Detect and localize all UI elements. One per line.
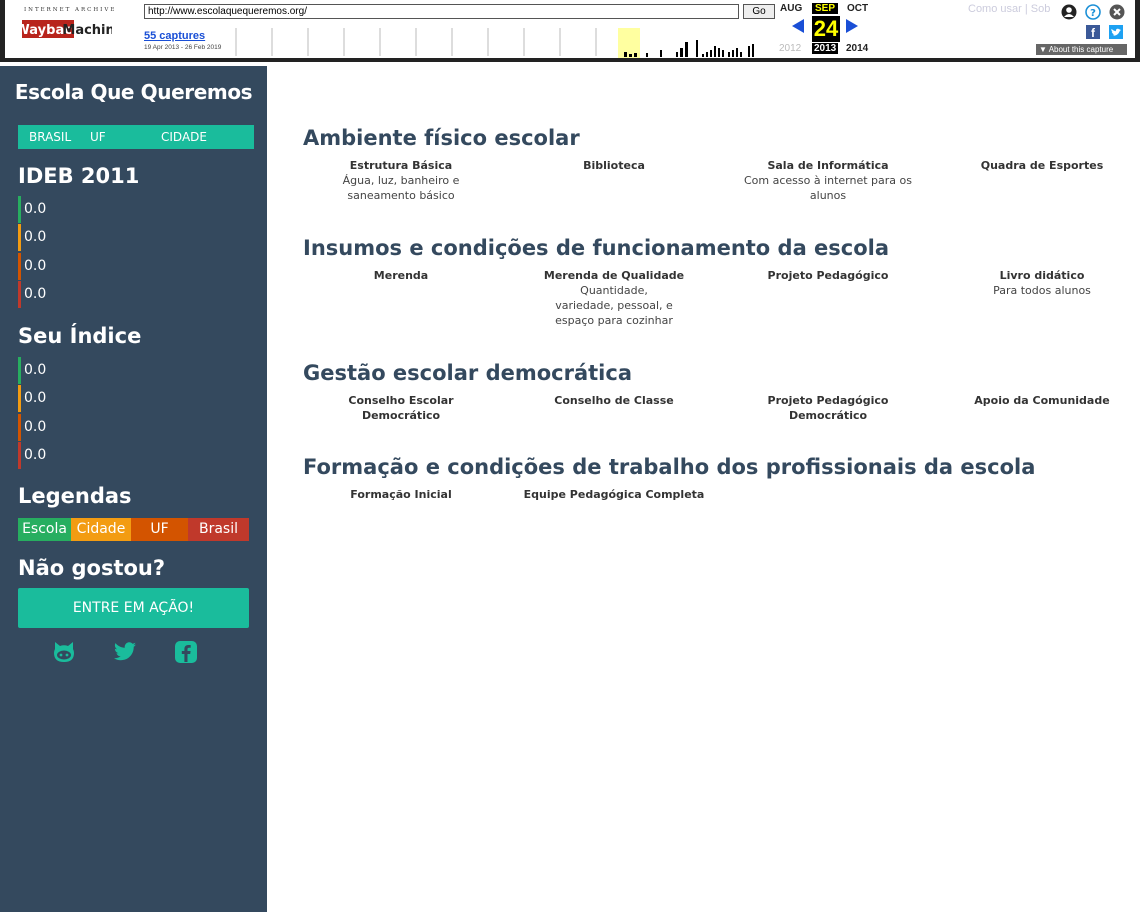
current-year-label: 2013 bbox=[812, 43, 839, 54]
url-input[interactable]: http://www.escolaquequeremos.org/ bbox=[144, 4, 739, 19]
ideb-score-cidade: 0.0 bbox=[18, 224, 46, 251]
tab-brasil[interactable]: BRASIL bbox=[29, 125, 71, 149]
category-title: Gestão escolar democrática bbox=[303, 361, 632, 385]
item-formacao-inicial[interactable]: Formação Inicial bbox=[316, 487, 486, 502]
index-score-brasil: 0.0 bbox=[18, 442, 46, 469]
prev-year-label[interactable]: 2012 bbox=[779, 43, 801, 54]
item-name: Projeto Pedagógico bbox=[767, 269, 889, 282]
scope-tabs: BRASIL UF CIDADE bbox=[18, 125, 254, 149]
item-name: Formação Inicial bbox=[350, 488, 452, 501]
capture-sparkline[interactable] bbox=[232, 22, 772, 58]
item-description: Água, luz, banheiro e saneamento básico bbox=[342, 174, 460, 202]
category-title: Formação e condições de trabalho dos pro… bbox=[303, 455, 1036, 479]
item-name: Quadra de Esportes bbox=[980, 159, 1104, 172]
current-day: 24 bbox=[812, 16, 840, 42]
wayback-toolbar: INTERNET ARCHIVE Wayback Machine http://… bbox=[0, 0, 1140, 62]
ideb-score-uf: 0.0 bbox=[18, 253, 46, 280]
about-capture-button[interactable]: ▼ About this capture bbox=[1036, 44, 1127, 55]
close-icon[interactable] bbox=[1109, 4, 1125, 20]
item-name: Biblioteca bbox=[583, 159, 645, 172]
index-heading: Seu Índice bbox=[18, 324, 142, 348]
item-description: Com acesso à internet para os alunos bbox=[743, 174, 913, 202]
item-estrutura-basica[interactable]: Estrutura Básica Água, luz, banheiro e s… bbox=[316, 158, 486, 203]
ideb-score-escola: 0.0 bbox=[18, 196, 46, 223]
prev-month-label[interactable]: AUG bbox=[780, 3, 802, 14]
item-equipe-pedagogica[interactable]: Equipe Pedagógica Completa bbox=[519, 487, 709, 502]
go-button[interactable]: Go bbox=[743, 4, 775, 19]
legend: Escola Cidade UF Brasil bbox=[18, 518, 249, 541]
item-name: Estrutura Básica bbox=[349, 159, 453, 172]
site-title[interactable]: Escola Que Queremos bbox=[0, 80, 267, 104]
category-title: Insumos e condições de funcionamento da … bbox=[303, 236, 890, 260]
account-icon[interactable] bbox=[1061, 4, 1077, 20]
legend-brasil: Brasil bbox=[188, 518, 249, 541]
item-projeto-pedagogico-democratico[interactable]: Projeto Pedagógico Democrático bbox=[753, 393, 903, 423]
cta-heading: Não gostou? bbox=[18, 556, 166, 580]
next-month-label[interactable]: OCT bbox=[847, 3, 868, 14]
index-score-uf: 0.0 bbox=[18, 414, 46, 441]
item-name: Sala de Informática bbox=[767, 159, 889, 172]
wayback-logo[interactable]: Wayback Machine bbox=[22, 18, 112, 40]
item-quadra-esportes[interactable]: Quadra de Esportes bbox=[957, 158, 1127, 173]
facebook-share-icon[interactable]: f bbox=[1086, 25, 1100, 40]
item-name: Livro didático bbox=[999, 269, 1085, 282]
svg-text:Machine: Machine bbox=[62, 23, 112, 38]
facebook-icon[interactable] bbox=[174, 640, 198, 664]
capture-date-range: 19 Apr 2013 - 26 Feb 2019 bbox=[144, 44, 222, 51]
sidebar: Escola Que Queremos BRASIL UF CIDADE IDE… bbox=[0, 66, 267, 912]
item-projeto-pedagogico[interactable]: Projeto Pedagógico bbox=[743, 268, 913, 283]
item-name: Apoio da Comunidade bbox=[974, 394, 1110, 407]
category-title: Ambiente físico escolar bbox=[303, 126, 580, 150]
ideb-heading: IDEB 2011 bbox=[18, 164, 140, 188]
legend-escola: Escola bbox=[18, 518, 71, 541]
item-name: Projeto Pedagógico Democrático bbox=[767, 394, 889, 422]
item-description: Para todos alunos bbox=[993, 284, 1091, 297]
item-biblioteca[interactable]: Biblioteca bbox=[529, 158, 699, 173]
item-sala-informatica[interactable]: Sala de Informática Com acesso à interne… bbox=[743, 158, 913, 203]
item-apoio-comunidade[interactable]: Apoio da Comunidade bbox=[957, 393, 1127, 408]
svg-text:?: ? bbox=[1090, 8, 1096, 19]
legend-uf: UF bbox=[131, 518, 188, 541]
item-name: Merenda bbox=[373, 269, 429, 282]
item-conselho-classe[interactable]: Conselho de Classe bbox=[529, 393, 699, 408]
current-month-label: SEP bbox=[812, 3, 839, 14]
item-conselho-escolar[interactable]: Conselho Escolar Democrático bbox=[326, 393, 476, 423]
legend-heading: Legendas bbox=[18, 484, 132, 508]
item-merenda[interactable]: Merenda bbox=[316, 268, 486, 283]
next-capture-arrow-icon[interactable] bbox=[846, 19, 858, 33]
legend-cidade: Cidade bbox=[71, 518, 131, 541]
index-score-escola: 0.0 bbox=[18, 357, 46, 384]
item-name: Merenda de Qualidade bbox=[543, 269, 685, 282]
howto-link[interactable]: Como usar | Sob bbox=[968, 3, 1050, 15]
toolbar-frame-right bbox=[1135, 0, 1140, 62]
item-name: Conselho Escolar Democrático bbox=[348, 394, 454, 422]
index-score-cidade: 0.0 bbox=[18, 385, 46, 412]
twitter-icon[interactable] bbox=[112, 640, 138, 664]
item-merenda-qualidade[interactable]: Merenda de Qualidade Quantidade, varieda… bbox=[534, 268, 694, 328]
ideb-score-brasil: 0.0 bbox=[18, 281, 46, 308]
help-icon[interactable]: ? bbox=[1085, 4, 1101, 20]
twitter-share-icon[interactable] bbox=[1109, 25, 1123, 39]
item-description: Quantidade, variedade, pessoal, e espaço… bbox=[555, 284, 673, 327]
captures-link[interactable]: 55 captures bbox=[144, 30, 205, 42]
tab-cidade[interactable]: CIDADE bbox=[161, 125, 207, 149]
prev-capture-arrow-icon[interactable] bbox=[792, 19, 804, 33]
toolbar-frame-left bbox=[0, 0, 5, 62]
item-name: Equipe Pedagógica Completa bbox=[523, 488, 705, 501]
main-content: Ambiente físico escolar Estrutura Básica… bbox=[267, 66, 1140, 912]
next-year-label[interactable]: 2014 bbox=[846, 43, 868, 54]
take-action-button[interactable]: ENTRE EM AÇÃO! bbox=[18, 588, 249, 628]
item-name: Conselho de Classe bbox=[554, 394, 674, 407]
github-icon[interactable] bbox=[52, 640, 76, 664]
tab-uf[interactable]: UF bbox=[90, 125, 106, 149]
item-livro-didatico[interactable]: Livro didático Para todos alunos bbox=[957, 268, 1127, 298]
internet-archive-label: INTERNET ARCHIVE bbox=[24, 7, 117, 13]
